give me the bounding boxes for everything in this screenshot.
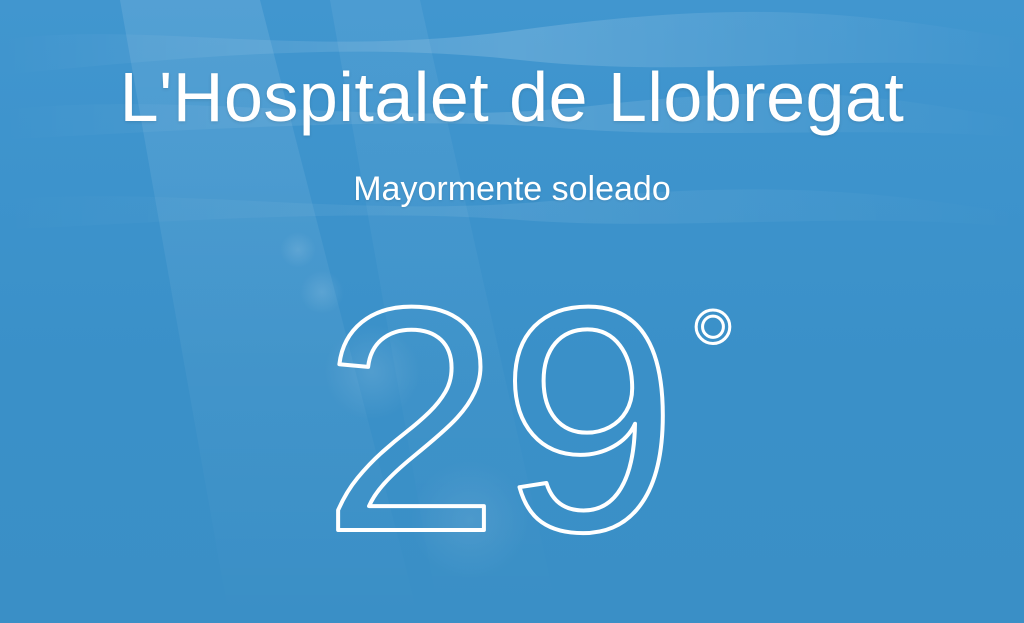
temperature-display: 29 ° bbox=[320, 238, 765, 600]
weather-condition: Mayormente soleado bbox=[353, 170, 671, 208]
degree-symbol: ° bbox=[689, 286, 737, 420]
city-name: L'Hospitalet de Llobregat bbox=[119, 58, 905, 136]
temperature-value: 29 bbox=[322, 240, 678, 598]
weather-screen: L'Hospitalet de Llobregat Mayormente sol… bbox=[0, 0, 1024, 623]
